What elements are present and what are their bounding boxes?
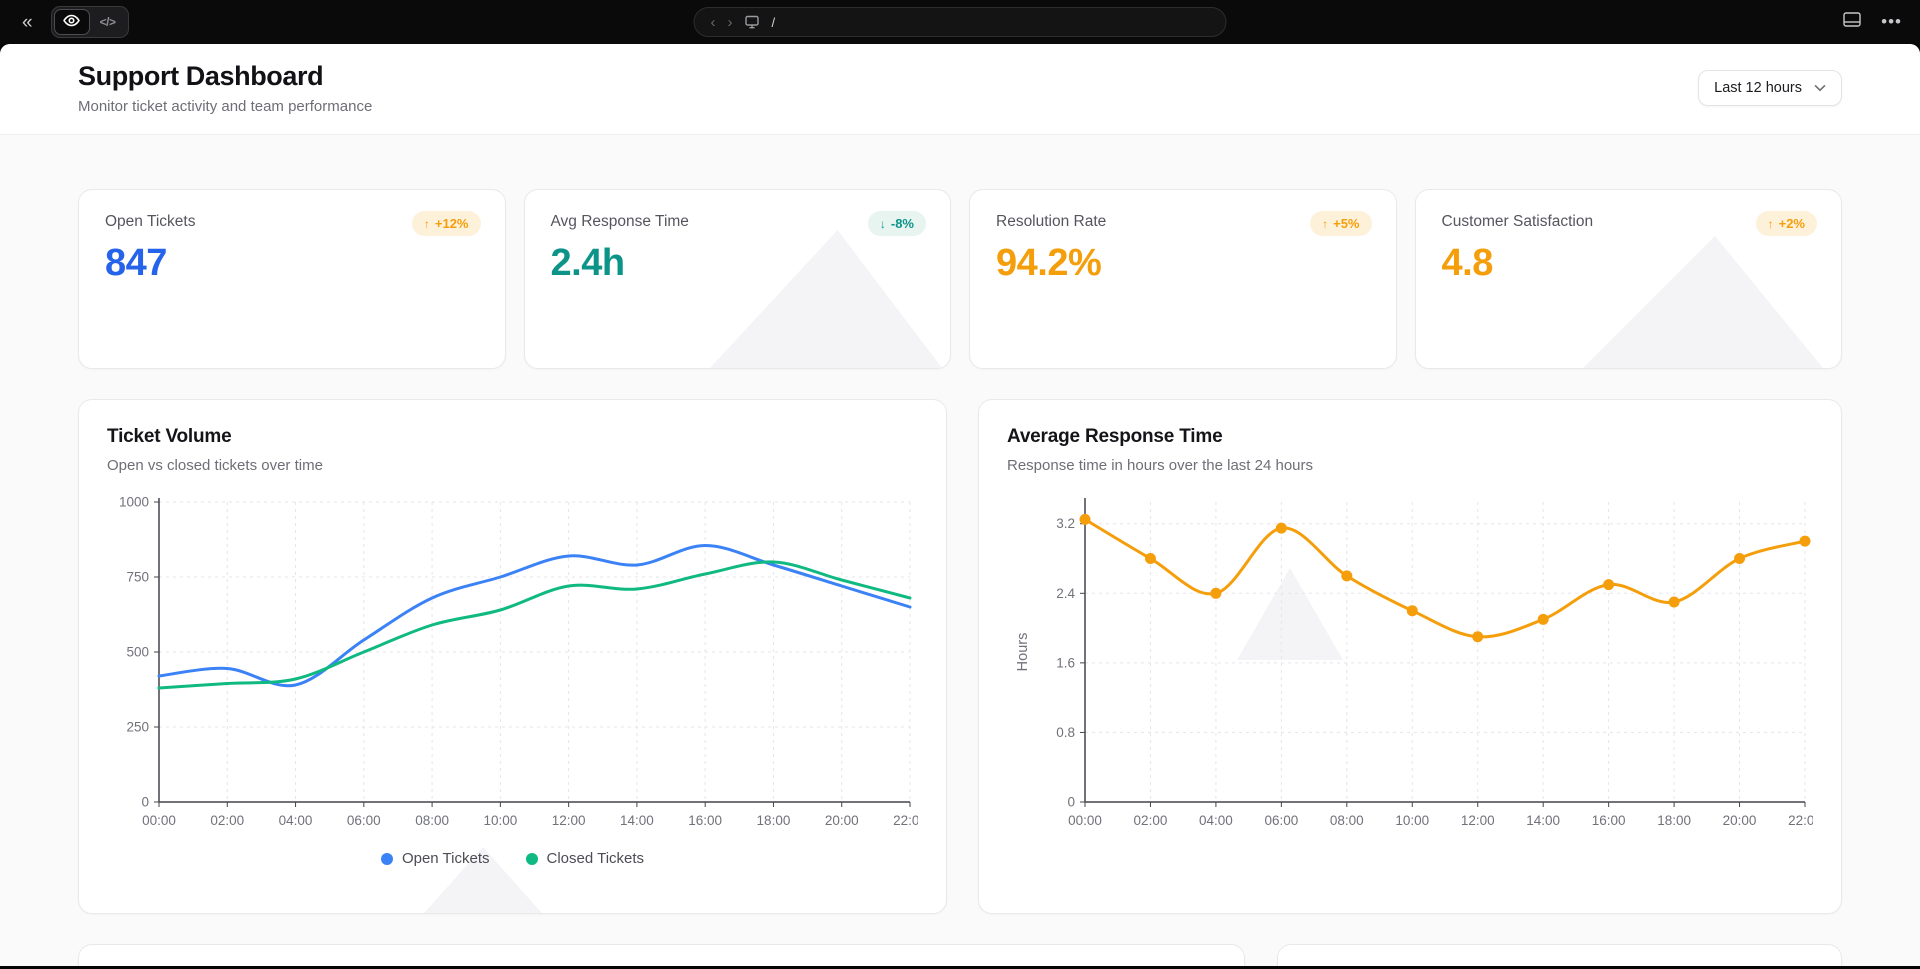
chart-title: Ticket Volume [107,426,918,448]
kpi-card-avg-response-time: Avg Response Time 2.4h ↓ -8% [524,189,952,369]
svg-text:1000: 1000 [119,495,149,510]
view-mode-toggle: </> [51,6,129,38]
svg-text:0: 0 [141,795,149,810]
monitor-icon [745,15,760,29]
svg-text:02:00: 02:00 [210,813,244,828]
legend-dot-green [526,853,538,865]
app-canvas: Support Dashboard Monitor ticket activit… [0,44,1920,966]
recent-activity-panel: Recent Activity [78,944,1245,966]
legend-dot-blue [381,853,393,865]
svg-text:0: 0 [1067,795,1075,810]
more-menu-icon[interactable]: ••• [1881,19,1902,26]
trend-badge: ↑ +5% [1310,211,1371,236]
page-subtitle: Monitor ticket activity and team perform… [78,98,372,115]
svg-text:Hours: Hours [1015,633,1031,672]
trend-arrow-icon: ↑ [1322,217,1328,231]
svg-text:06:00: 06:00 [1264,813,1298,828]
ticket-volume-card: Ticket Volume Open vs closed tickets ove… [78,399,947,914]
kpi-card-open-tickets: Open Tickets 847 ↑ +12% [78,189,506,369]
legend-label: Open Tickets [402,850,490,867]
svg-text:12:00: 12:00 [552,813,586,828]
svg-text:750: 750 [126,570,149,585]
trend-badge: ↑ +2% [1756,211,1817,236]
address-path: / [772,15,776,30]
trend-badge: ↑ +12% [412,211,481,236]
bottom-panels-row: Recent Activity Agent Performance [78,944,1842,966]
kpi-value: 847 [105,242,479,285]
trend-arrow-icon: ↑ [1768,217,1774,231]
top-chrome-bar: « </> ‹ › / [0,0,1920,44]
svg-text:16:00: 16:00 [1592,813,1626,828]
chevron-down-icon [1814,80,1826,96]
svg-text:500: 500 [126,645,149,660]
collapse-sidebar-icon[interactable]: « [18,11,37,34]
preview-toggle-button[interactable] [54,9,90,35]
chart-title: Average Response Time [1007,426,1813,448]
address-bar[interactable]: ‹ › / [694,7,1227,37]
trend-value: -8% [891,216,914,231]
trend-badge: ↓ -8% [868,211,926,236]
avg-response-time-chart: 0 0.8 1.6 2.4 3.2 00:00 02:00 04:00 06:00 08:00 10… [1007,488,1813,838]
kpi-card-row: Open Tickets 847 ↑ +12% Avg Response Tim… [78,189,1842,369]
topbar-left-group: « </> [18,6,129,38]
svg-text:14:00: 14:00 [620,813,654,828]
svg-text:10:00: 10:00 [1395,813,1429,828]
kpi-value: 94.2% [996,242,1370,285]
kpi-card-customer-satisfaction: Customer Satisfaction 4.8 ↑ +2% [1415,189,1843,369]
topbar-right-group: ••• [1843,12,1902,32]
page-title: Support Dashboard [78,61,372,92]
trend-value: +5% [1333,216,1359,231]
svg-text:04:00: 04:00 [1199,813,1233,828]
svg-text:20:00: 20:00 [1723,813,1757,828]
legend-label: Closed Tickets [547,850,645,867]
trend-arrow-icon: ↓ [880,217,886,231]
kpi-value: 4.8 [1442,242,1816,285]
chart-legend: Open Tickets Closed Tickets [107,850,918,867]
panel-layout-icon[interactable] [1843,12,1861,32]
svg-text:22:00: 22:00 [1788,813,1813,828]
svg-text:22:00: 22:00 [893,813,918,828]
code-toggle-button[interactable]: </> [90,9,126,35]
trend-arrow-icon: ↑ [424,217,430,231]
svg-text:04:00: 04:00 [279,813,313,828]
svg-text:00:00: 00:00 [1068,813,1102,828]
time-range-value: Last 12 hours [1714,80,1802,96]
svg-text:08:00: 08:00 [1330,813,1364,828]
eye-icon [63,12,80,32]
avg-response-time-card: Average Response Time Response time in h… [978,399,1842,914]
svg-text:02:00: 02:00 [1134,813,1168,828]
svg-text:18:00: 18:00 [757,813,791,828]
svg-text:08:00: 08:00 [415,813,449,828]
forward-icon[interactable]: › [728,15,733,30]
svg-text:3.2: 3.2 [1056,516,1075,531]
dashboard-content: Open Tickets 847 ↑ +12% Avg Response Tim… [0,135,1920,966]
svg-text:250: 250 [126,720,149,735]
kpi-value: 2.4h [551,242,925,285]
svg-text:10:00: 10:00 [483,813,517,828]
charts-row: Ticket Volume Open vs closed tickets ove… [78,399,1842,914]
svg-text:06:00: 06:00 [347,813,381,828]
svg-text:20:00: 20:00 [825,813,859,828]
svg-text:00:00: 00:00 [142,813,176,828]
svg-text:16:00: 16:00 [688,813,722,828]
svg-text:18:00: 18:00 [1657,813,1691,828]
svg-text:2.4: 2.4 [1056,586,1075,601]
time-range-select[interactable]: Last 12 hours [1698,70,1842,106]
trend-value: +2% [1779,216,1805,231]
page-header: Support Dashboard Monitor ticket activit… [0,44,1920,135]
legend-item-closed-tickets: Closed Tickets [526,850,645,867]
svg-text:14:00: 14:00 [1526,813,1560,828]
legend-item-open-tickets: Open Tickets [381,850,490,867]
kpi-card-resolution-rate: Resolution Rate 94.2% ↑ +5% [969,189,1397,369]
svg-text:1.6: 1.6 [1056,655,1075,670]
agent-performance-panel: Agent Performance [1277,944,1842,966]
header-text-group: Support Dashboard Monitor ticket activit… [78,61,372,115]
ticket-volume-chart: 0 250 500 750 1000 00:00 02:00 04:00 06:00 08:00 1… [107,488,918,838]
chart-subtitle: Response time in hours over the last 24 … [1007,457,1813,474]
svg-text:0.8: 0.8 [1056,725,1075,740]
trend-value: +12% [435,216,469,231]
chart-subtitle: Open vs closed tickets over time [107,457,918,474]
back-icon[interactable]: ‹ [711,15,716,30]
svg-text:12:00: 12:00 [1461,813,1495,828]
